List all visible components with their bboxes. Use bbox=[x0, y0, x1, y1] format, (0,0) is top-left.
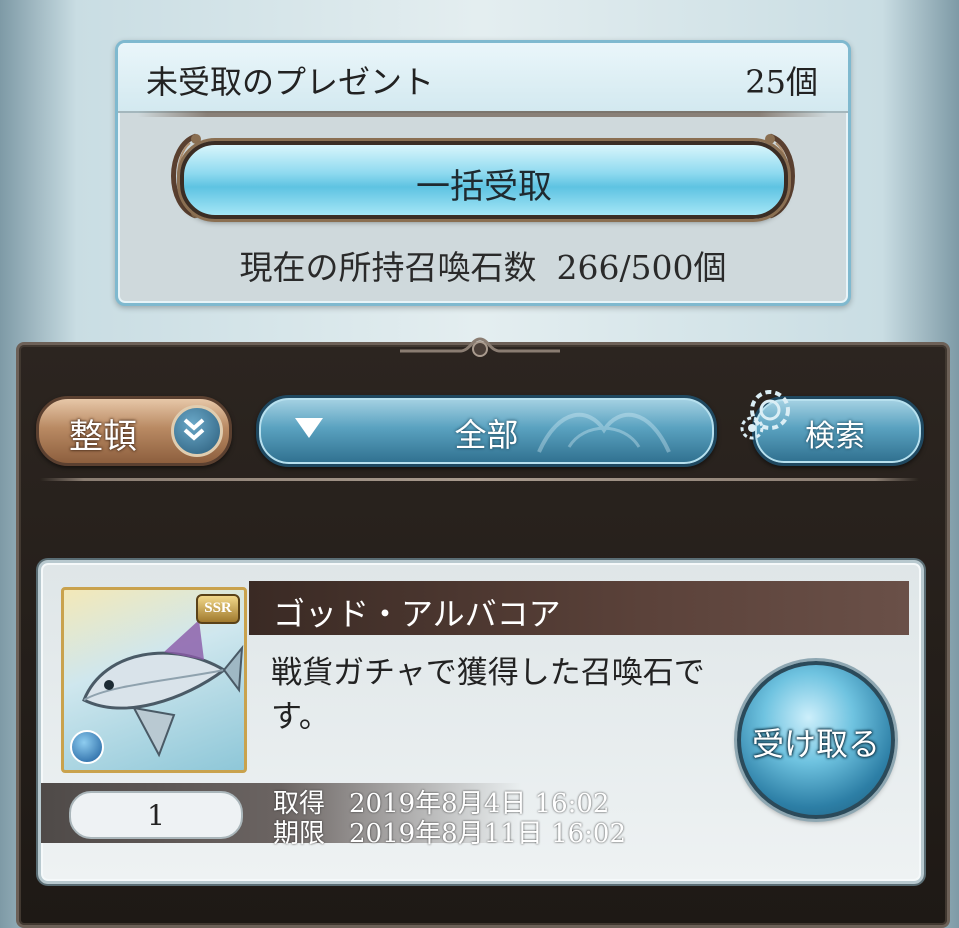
present-summary-header: 未受取のプレゼント 25個 bbox=[118, 43, 848, 113]
expiry-date: 2019年8月11日 16:02 bbox=[349, 819, 627, 849]
expiry-date-row: 期限 2019年8月11日 16:02 bbox=[273, 813, 626, 850]
category-dropdown[interactable]: 全部 bbox=[256, 395, 717, 467]
quantity-field: 1 bbox=[69, 791, 243, 839]
gear-icon bbox=[740, 390, 790, 440]
bulk-receive-label: 一括受取 bbox=[416, 167, 552, 207]
summon-thumbnail[interactable]: SSR bbox=[61, 587, 247, 773]
present-summary-box: 未受取のプレゼント 25個 一括受取 現在の所持召喚石数 266/500個 bbox=[115, 40, 851, 306]
sort-button[interactable]: 整頓 bbox=[36, 396, 232, 466]
filter-divider bbox=[40, 478, 919, 481]
rarity-badge: SSR bbox=[196, 594, 240, 624]
bulk-receive-button[interactable]: 一括受取 bbox=[180, 141, 788, 219]
item-name-header: ゴッド・アルバコア bbox=[249, 581, 909, 635]
stone-count-value: 266/500個 bbox=[556, 248, 727, 287]
present-item-card: SSR ゴッド・アルバコア 戦貨ガチャで獲得した召喚石です。 1 取得 2019年… bbox=[38, 560, 924, 884]
summon-stone-count-line: 現在の所持召喚石数 266/500個 bbox=[118, 241, 848, 289]
present-title: 未受取のプレゼント bbox=[146, 63, 435, 101]
receive-label: 受け取る bbox=[751, 725, 880, 763]
header-divider bbox=[138, 111, 828, 117]
present-count: 25個 bbox=[745, 63, 818, 101]
item-description: 戦貨ガチャで獲得した召喚石です。 bbox=[271, 655, 705, 735]
stone-count-label: 現在の所持召喚石数 bbox=[239, 248, 537, 287]
sort-chevron-icon bbox=[171, 405, 223, 457]
item-name: ゴッド・アルバコア bbox=[273, 595, 561, 633]
search-label: 検索 bbox=[805, 419, 865, 454]
water-element-icon bbox=[70, 730, 104, 764]
receive-button[interactable]: 受け取る bbox=[737, 661, 895, 819]
sort-label: 整頓 bbox=[69, 417, 137, 457]
panel-top-ornament-icon bbox=[400, 337, 560, 357]
quantity-value: 1 bbox=[147, 799, 165, 832]
expiry-label: 期限 bbox=[273, 819, 326, 849]
category-label: 全部 bbox=[454, 416, 519, 454]
